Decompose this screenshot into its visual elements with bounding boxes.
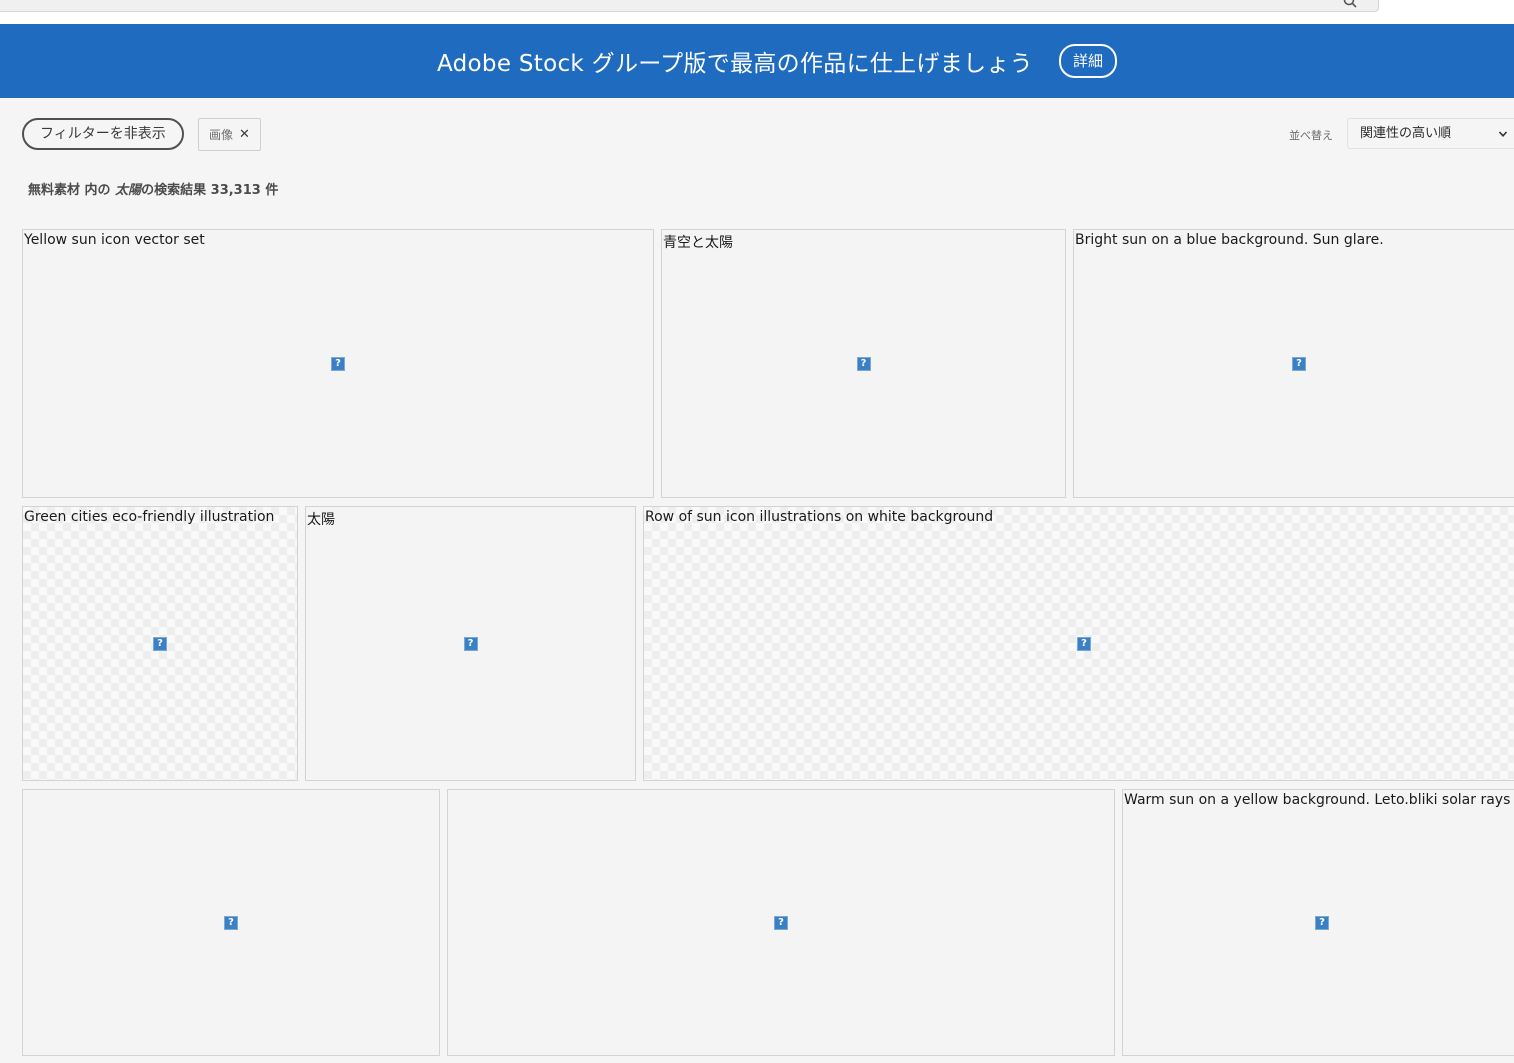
result-query: 太陽 (115, 183, 142, 198)
top-bar (0, 0, 1514, 24)
image-tile[interactable]: ? (447, 789, 1115, 1056)
broken-image-icon: ? (856, 356, 871, 371)
result-unit: 件 (265, 183, 279, 198)
broken-image-icon: ? (774, 915, 788, 930)
broken-image-icon: ? (224, 915, 238, 930)
result-of-label: の検索結果 (141, 183, 207, 198)
chevron-down-icon (1498, 131, 1508, 137)
result-number: 33,313 (210, 183, 261, 198)
image-caption: Green cities eco-friendly illustration (24, 509, 275, 525)
broken-image-icon: ? (1077, 636, 1091, 651)
image-caption: Row of sun icon illustrations on white b… (645, 509, 994, 525)
image-caption: 太陽 (307, 512, 335, 528)
image-tile[interactable]: 青空と太陽 ? (661, 229, 1066, 498)
broken-image-icon: ? (153, 636, 167, 651)
result-in: 内の (84, 183, 111, 198)
sort-selected-value: 関連性の高い順 (1360, 126, 1452, 141)
search-field[interactable] (0, 0, 1379, 12)
broken-image-icon: ? (463, 636, 478, 651)
image-tile[interactable]: Bright sun on a blue background. Sun gla… (1073, 229, 1514, 498)
image-tile[interactable]: Row of sun icon illustrations on white b… (643, 506, 1514, 781)
image-caption: Yellow sun icon vector set (24, 232, 205, 248)
sort-dropdown[interactable]: 関連性の高い順 (1347, 118, 1514, 149)
broken-image-icon: ? (331, 356, 345, 371)
image-caption: Bright sun on a blue background. Sun gla… (1075, 232, 1384, 248)
close-icon[interactable]: ✕ (239, 127, 250, 142)
image-tile[interactable]: 太陽 ? (305, 506, 636, 781)
image-tile[interactable]: Yellow sun icon vector set ? (22, 229, 654, 498)
promo-banner: Adobe Stock グループ版で最高の作品に仕上げましょう 詳細 (0, 24, 1514, 98)
image-tile[interactable]: ? (22, 789, 440, 1056)
image-caption: 青空と太陽 (663, 235, 733, 251)
filter-chip-image[interactable]: 画像 ✕ (198, 118, 261, 151)
broken-image-icon: ? (1292, 356, 1306, 371)
promo-banner-text: Adobe Stock グループ版で最高の作品に仕上げましょう (437, 51, 1033, 77)
hide-filters-button[interactable]: フィルターを非表示 (22, 118, 184, 150)
search-icon[interactable] (1343, 0, 1357, 8)
image-tile[interactable]: Green cities eco-friendly illustration ? (22, 506, 298, 781)
filter-chip-label: 画像 (209, 128, 234, 142)
sort-label: 並べ替え (1289, 129, 1333, 142)
details-button[interactable]: 詳細 (1058, 44, 1117, 78)
image-tile[interactable]: Warm sun on a yellow background. Leto.bl… (1122, 789, 1514, 1056)
broken-image-icon: ? (1315, 915, 1329, 930)
result-count: 無料素材 内の 太陽の検索結果 33,313 件 (28, 179, 278, 198)
image-caption: Warm sun on a yellow background. Leto.bl… (1124, 792, 1511, 808)
result-collection: 無料素材 (28, 183, 81, 198)
